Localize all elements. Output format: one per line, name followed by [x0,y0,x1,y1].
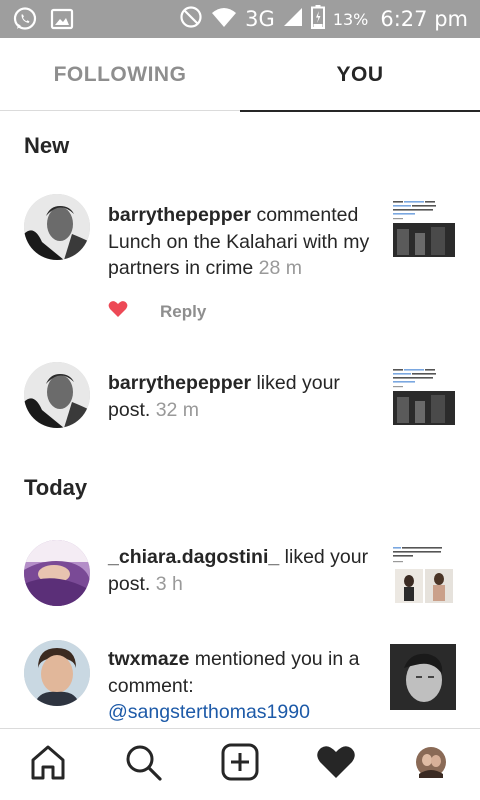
post-thumbnail[interactable] [390,644,456,710]
activity-heart-icon [316,744,356,785]
activity-button[interactable] [315,743,357,785]
post-thumbnail[interactable] [391,543,455,607]
post-thumbnail[interactable] [391,365,455,429]
notification-text: twxmaze mentioned you in a comment: @san… [108,646,373,726]
mention-link[interactable]: @sangsterthomas1990 [108,701,310,723]
list-item[interactable]: _chiara.dagostini_ liked your post. 3 h [24,540,464,607]
avatar[interactable] [24,362,90,428]
reply-button[interactable]: Reply [160,302,206,322]
clock: 6:27 pm [380,7,468,31]
comment-body: Lunch on the Kalahari with my partners i… [108,230,370,280]
post-thumbnail[interactable] [391,197,455,261]
notification-text: _chiara.dagostini_ liked your post. 3 h [108,544,378,597]
battery-percent: 13% [332,9,369,29]
profile-avatar [415,746,447,783]
add-post-icon [220,742,260,787]
list-item[interactable]: barrythepepper commented Lunch on the Ka… [24,194,464,284]
avatar[interactable] [24,640,90,706]
tab-you[interactable]: YOU [240,38,480,112]
avatar[interactable] [24,194,90,260]
do-not-disturb-icon [179,5,203,34]
search-icon [123,742,163,787]
status-bar: 3G 13% 6:27 pm [0,0,480,38]
username[interactable]: barrythepepper [108,204,251,226]
username[interactable]: twxmaze [108,648,189,670]
activity-tabs: FOLLOWING YOU [0,38,480,112]
tab-following[interactable]: FOLLOWING [0,38,240,111]
bottom-navigation [0,728,480,800]
comment-actions: Reply [108,300,206,323]
username[interactable]: _chiara.dagostini_ [108,546,279,568]
signal-icon [283,7,303,32]
avatar[interactable] [24,540,90,606]
wifi-icon [211,6,237,33]
search-button[interactable] [122,743,164,785]
profile-button[interactable] [410,743,452,785]
new-post-button[interactable] [219,743,261,785]
username[interactable]: barrythepepper [108,372,251,394]
home-icon [28,742,68,787]
like-heart-icon[interactable] [108,300,128,323]
timestamp: 3 h [150,572,183,595]
list-item[interactable]: barrythepepper liked your post. 32 m [24,362,464,432]
timestamp: 28 m [253,257,302,279]
section-title-new: New [24,133,70,158]
gallery-icon [50,7,74,36]
notification-action: commented [251,204,359,226]
notification-text: barrythepepper commented Lunch on the Ka… [108,202,373,282]
timestamp: 32 m [150,398,200,421]
whatsapp-icon [12,6,38,37]
list-item[interactable]: twxmaze mentioned you in a comment: @san… [24,640,464,730]
network-type: 3G [245,7,275,31]
battery-icon [310,4,325,34]
notification-text: barrythepepper liked your post. 32 m [108,370,373,423]
home-button[interactable] [27,743,69,785]
section-title-today: Today [24,475,88,500]
